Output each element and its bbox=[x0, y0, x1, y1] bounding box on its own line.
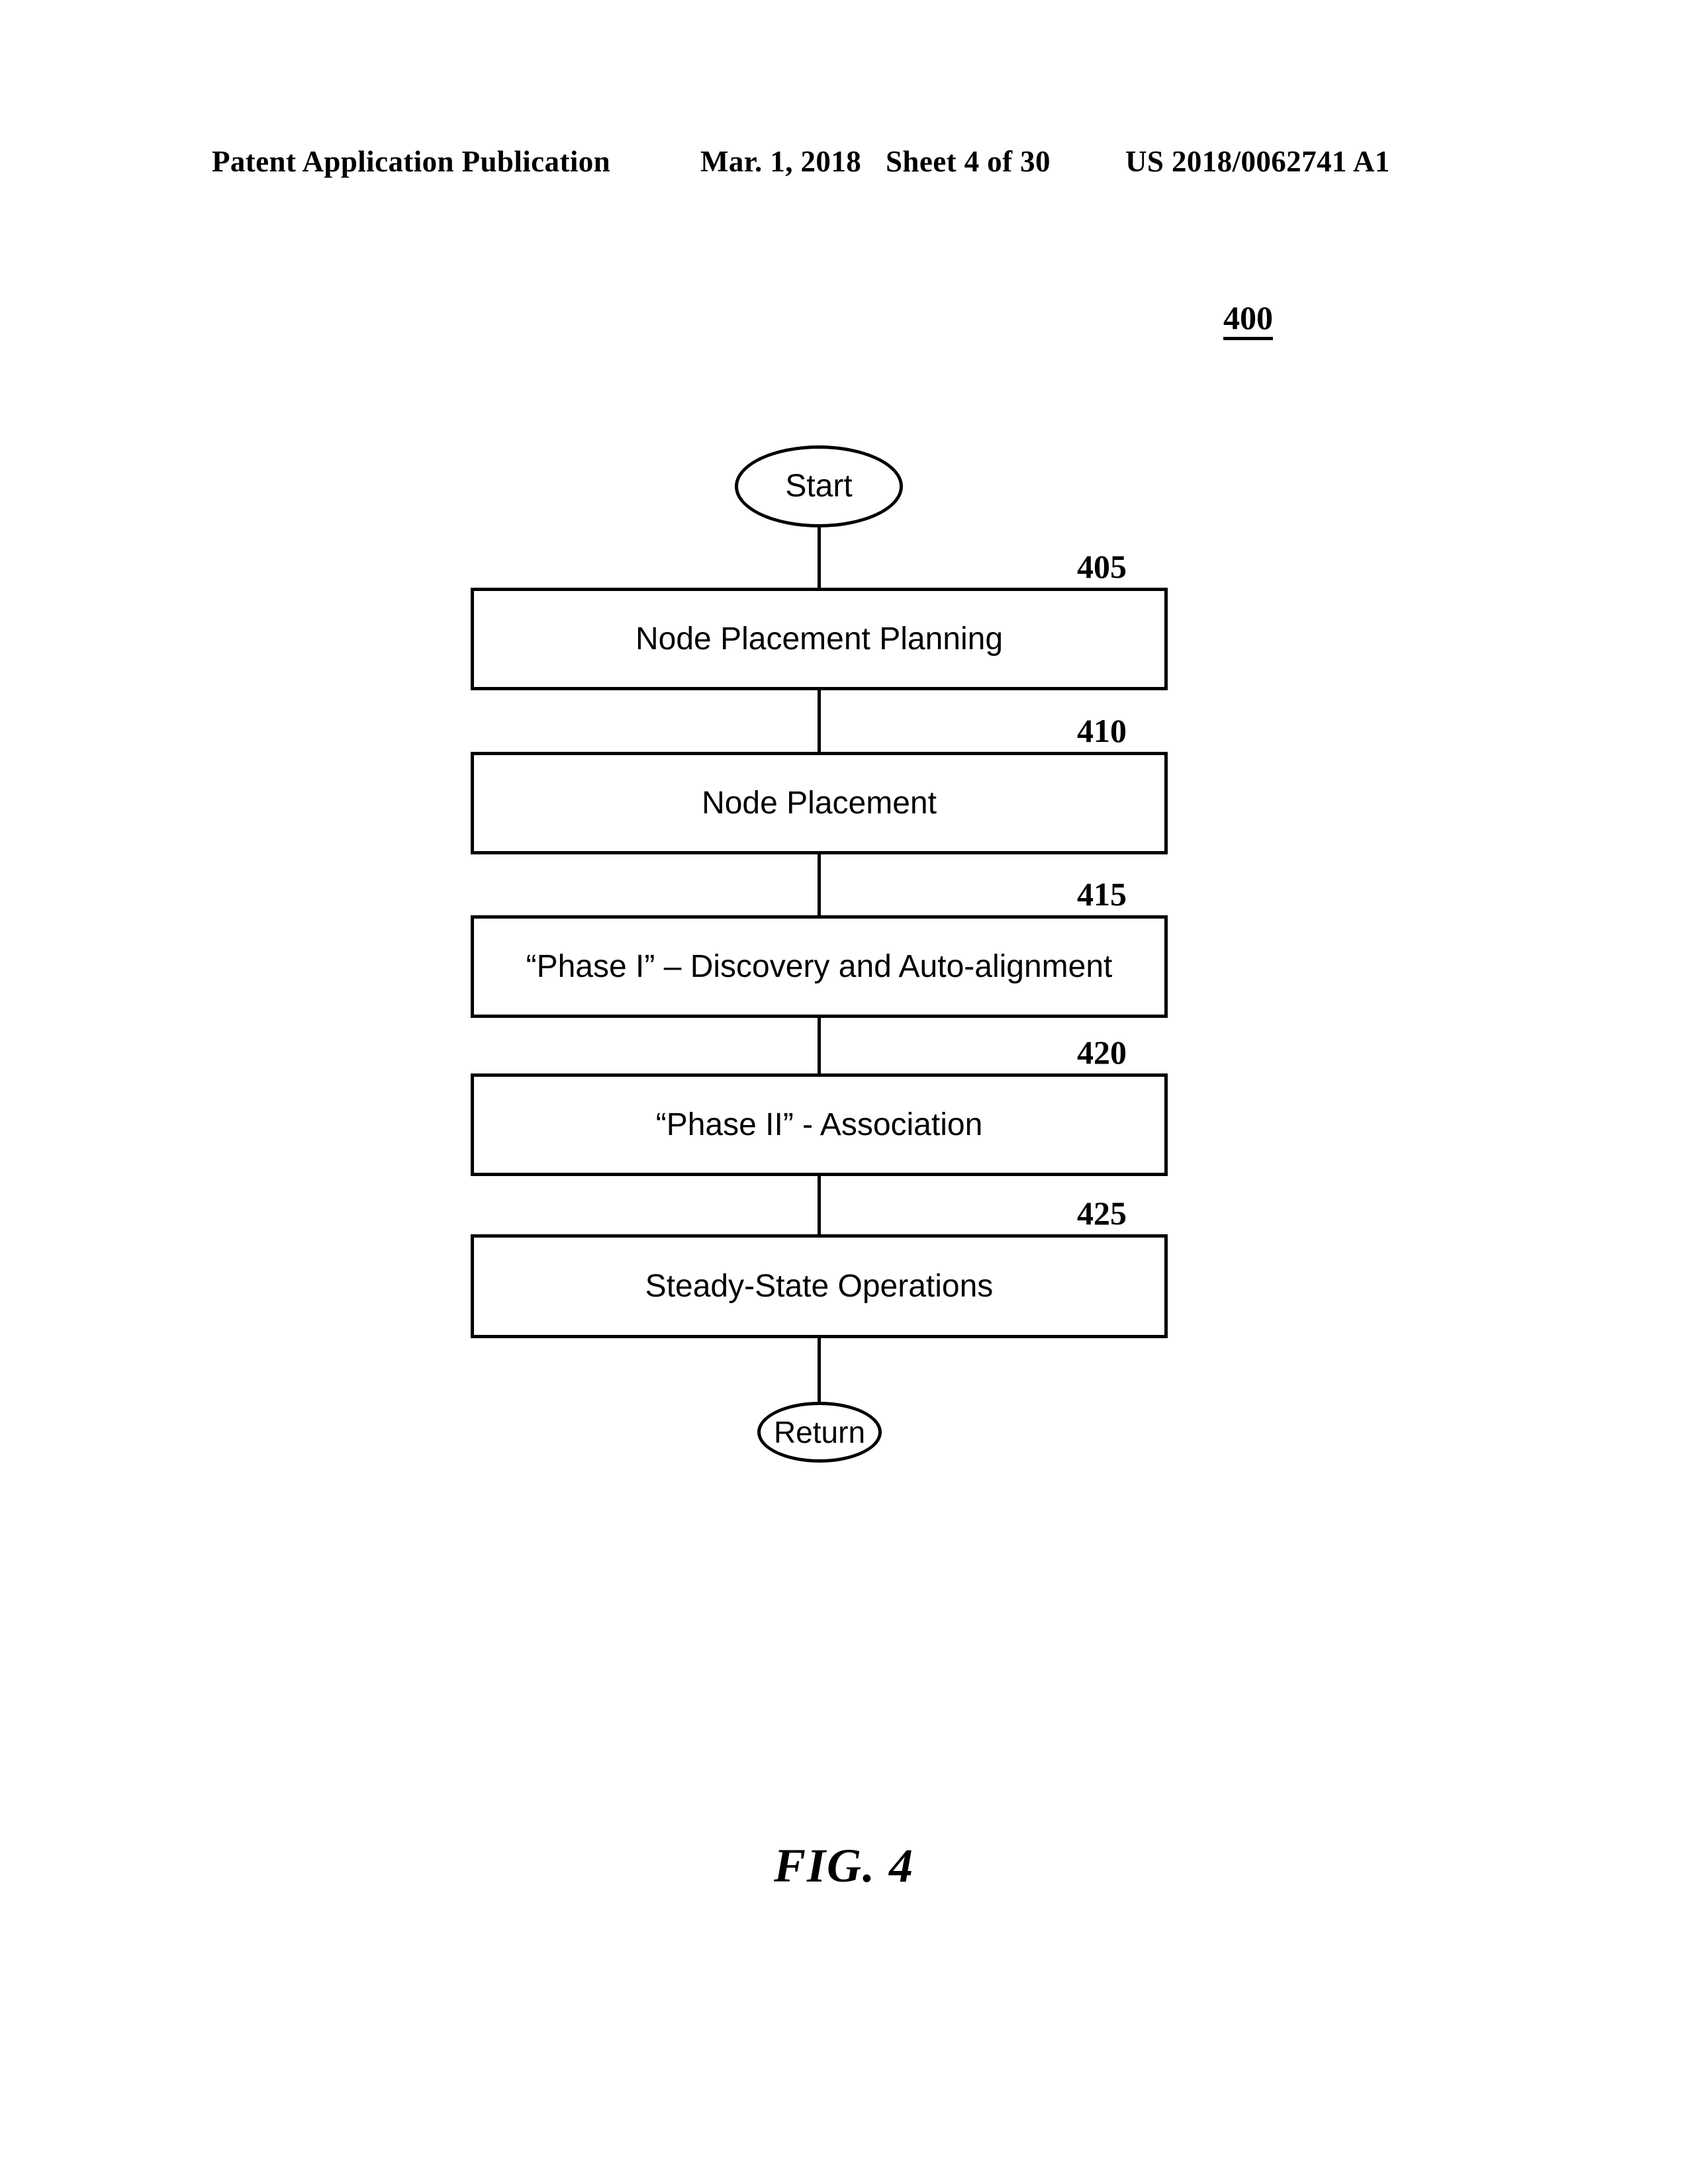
connector-405-to-410 bbox=[818, 689, 821, 753]
flow-node-425-label: Steady-State Operations bbox=[645, 1268, 994, 1304]
connector-410-to-415 bbox=[818, 853, 821, 917]
flow-node-405: Node Placement Planning bbox=[471, 588, 1168, 690]
connector-start-to-405 bbox=[818, 525, 821, 589]
flow-node-return-label: Return bbox=[773, 1415, 866, 1449]
connector-425-to-return bbox=[818, 1337, 821, 1403]
reference-numeral-425: 425 bbox=[1077, 1195, 1127, 1232]
flow-node-start: Start bbox=[735, 445, 903, 527]
reference-numeral-405: 405 bbox=[1077, 548, 1127, 585]
flow-node-start-label: Start bbox=[785, 469, 853, 504]
flow-node-410: Node Placement bbox=[471, 752, 1168, 854]
flow-node-420: “Phase II” - Association bbox=[471, 1073, 1168, 1176]
flow-node-return: Return bbox=[757, 1402, 882, 1463]
reference-numeral-415: 415 bbox=[1077, 876, 1127, 913]
flowchart-figure: 400 Start 405 Node Placement Planning 41… bbox=[0, 0, 1688, 2184]
figure-caption: FIG. 4 bbox=[773, 1839, 915, 1892]
reference-numeral-410: 410 bbox=[1077, 712, 1127, 749]
flow-node-415-label: “Phase I” – Discovery and Auto-alignment bbox=[526, 948, 1113, 984]
flow-node-415: “Phase I” – Discovery and Auto-alignment bbox=[471, 915, 1168, 1018]
reference-numeral-420: 420 bbox=[1077, 1034, 1127, 1071]
connector-420-to-425 bbox=[818, 1175, 821, 1236]
flow-node-405-label: Node Placement Planning bbox=[635, 621, 1004, 657]
figure-reference-number: 400 bbox=[1223, 299, 1273, 340]
flow-node-425: Steady-State Operations bbox=[471, 1234, 1168, 1338]
connector-415-to-420 bbox=[818, 1017, 821, 1075]
flow-node-420-label: “Phase II” - Association bbox=[655, 1107, 983, 1142]
flow-node-410-label: Node Placement bbox=[702, 785, 937, 821]
